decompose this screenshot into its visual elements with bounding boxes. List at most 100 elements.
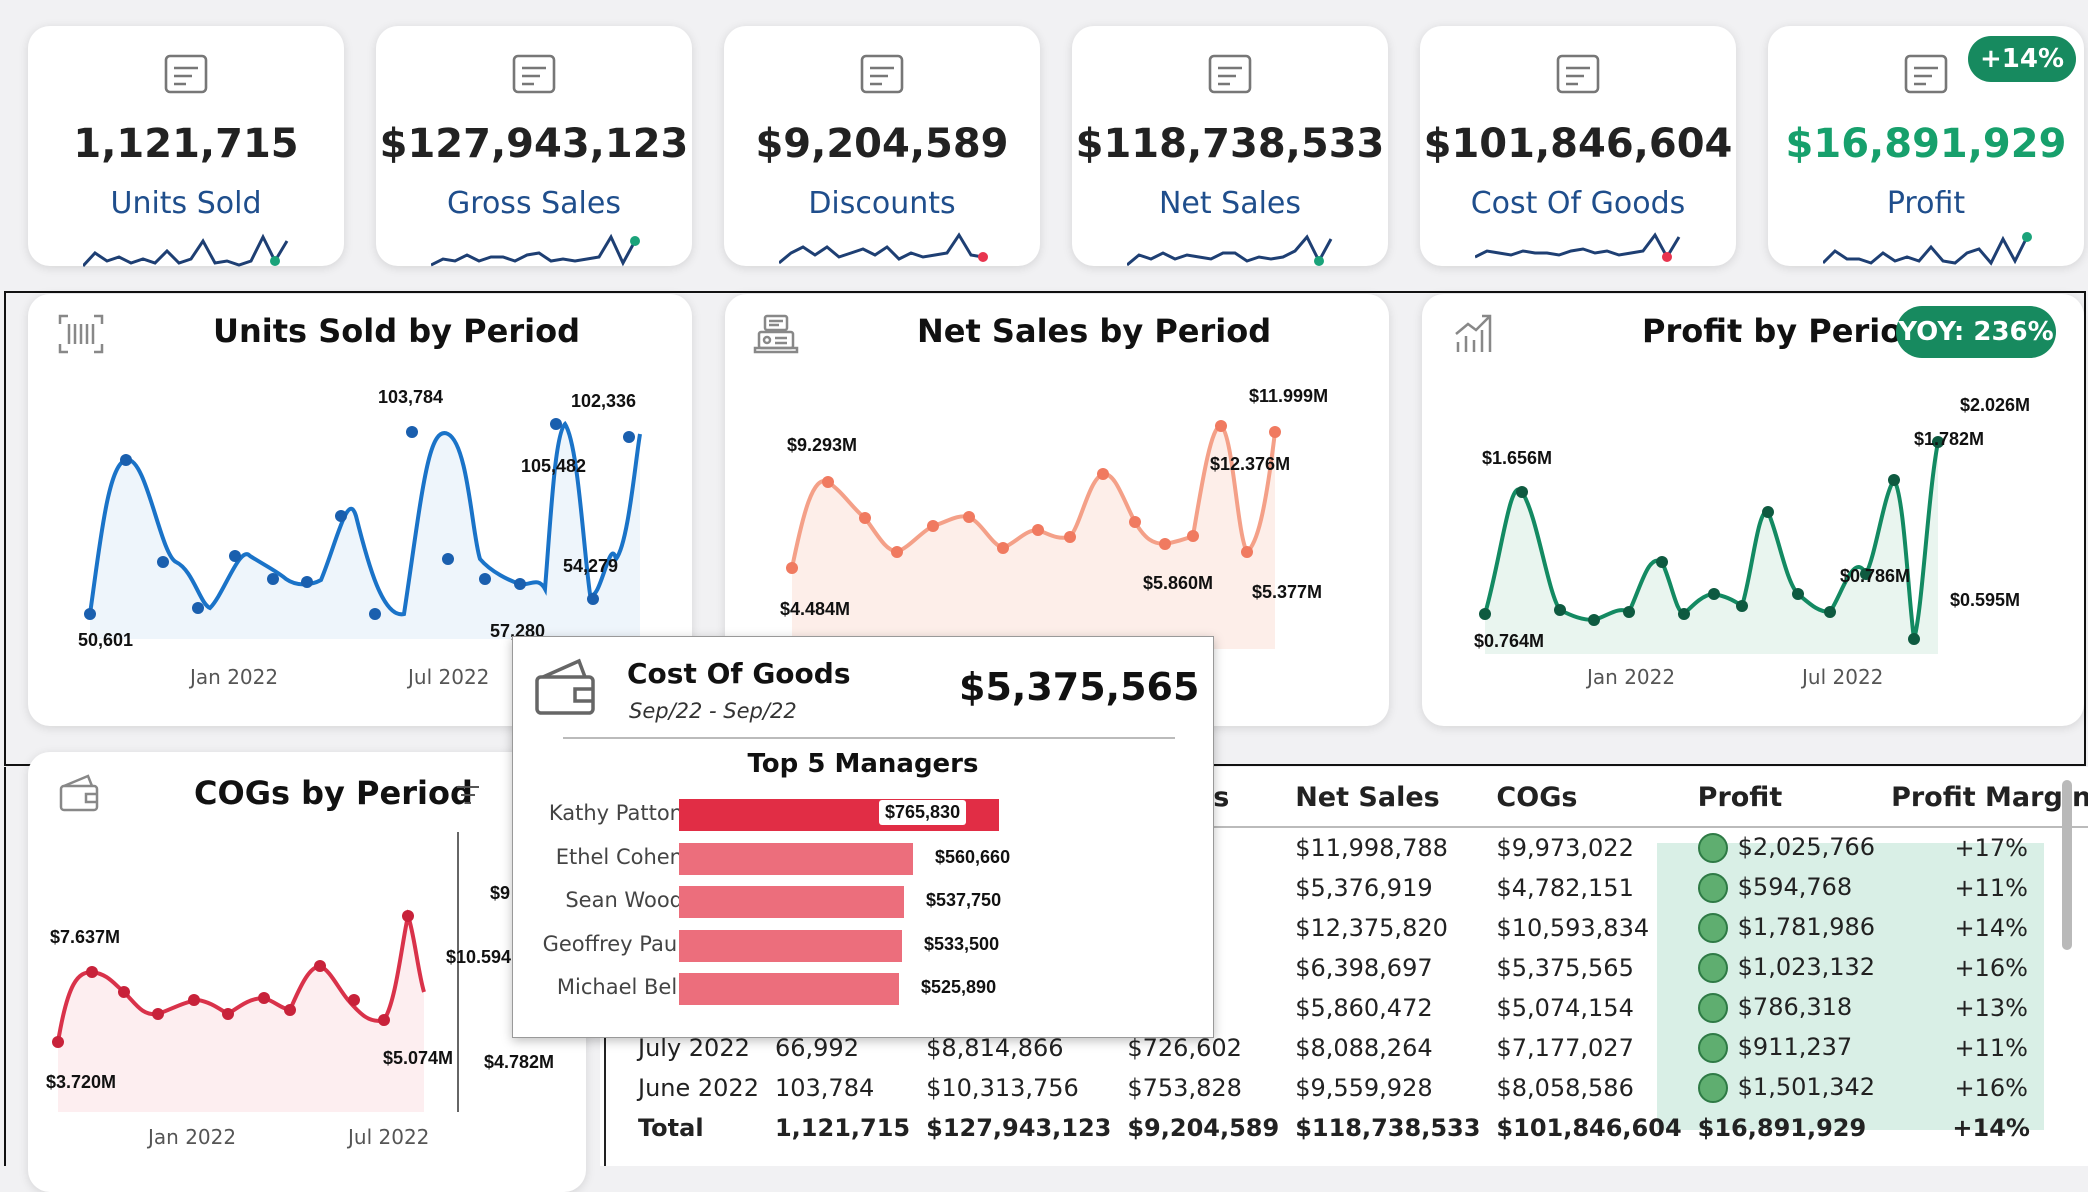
data-point bbox=[192, 602, 204, 614]
status-dot-icon bbox=[1697, 873, 1728, 903]
x-tick: Jan 2022 bbox=[188, 665, 278, 689]
manager-bar-row: Sean Wood $537,750 bbox=[513, 884, 1213, 920]
table-cell: +14% bbox=[1952, 1114, 2030, 1142]
col-header[interactable]: Profit Margin bbox=[1883, 768, 2088, 828]
table-cell: $911,237 bbox=[1690, 1028, 1883, 1068]
table-cell: $786,318 bbox=[1690, 988, 1883, 1028]
table-cell: $9,204,589 bbox=[1127, 1114, 1280, 1142]
kpi-card-discounts[interactable]: $9,204,589 Discounts bbox=[724, 26, 1040, 266]
col-header[interactable]: Profit bbox=[1689, 768, 1884, 828]
col-header[interactable]: Net Sales bbox=[1287, 768, 1489, 828]
status-dot-icon bbox=[1697, 833, 1728, 863]
col-header[interactable]: COGs bbox=[1488, 768, 1690, 828]
kpi-value: $127,943,123 bbox=[379, 121, 689, 167]
table-cell: $9,973,022 bbox=[1496, 834, 1634, 862]
data-label: $5.860M bbox=[1143, 573, 1213, 593]
kpi-label: Gross Sales bbox=[447, 186, 621, 221]
data-point bbox=[786, 562, 798, 574]
data-point bbox=[1888, 474, 1900, 486]
profit-value: $1,023,132 bbox=[1737, 953, 1876, 981]
profit-value: $911,237 bbox=[1737, 1033, 1853, 1061]
kpi-label: Discounts bbox=[808, 186, 956, 221]
data-point bbox=[406, 426, 418, 438]
data-point bbox=[258, 992, 270, 1004]
x-tick: Jul 2022 bbox=[406, 665, 489, 689]
wallet-icon bbox=[535, 658, 595, 715]
table-cell: $127,943,123 bbox=[926, 1114, 1112, 1142]
profit-value: $786,318 bbox=[1737, 993, 1853, 1021]
data-label: $1.656M bbox=[1482, 448, 1552, 468]
manager-value: $537,750 bbox=[926, 890, 1002, 910]
manager-value: $533,500 bbox=[924, 933, 1000, 954]
data-point bbox=[314, 960, 326, 972]
table-cell: $12,375,820 bbox=[1295, 914, 1448, 942]
data-point bbox=[1097, 468, 1109, 480]
table-row[interactable]: June 2022 103,784 $10,313,756 $753,828 $9,55… bbox=[630, 1068, 2088, 1108]
table-cell: $11,998,788 bbox=[1295, 834, 1448, 862]
kpi-card-net-sales[interactable]: $118,738,533 Net Sales bbox=[1072, 26, 1388, 267]
data-point bbox=[442, 553, 454, 565]
data-label: $2.026M bbox=[1960, 395, 2030, 415]
cash-register-icon bbox=[1208, 54, 1252, 94]
x-tick: Jul 2022 bbox=[346, 1125, 429, 1149]
manager-value: $560,660 bbox=[935, 846, 1011, 867]
data-label: $3.720M bbox=[46, 1072, 116, 1092]
data-point bbox=[1479, 608, 1491, 620]
x-tick: Jan 2022 bbox=[146, 1125, 236, 1149]
data-point bbox=[1762, 506, 1774, 518]
table-cell: 1,121,715 bbox=[774, 1114, 911, 1142]
tooltip-title: Cost Of Goods bbox=[627, 657, 851, 690]
scrollbar[interactable] bbox=[2062, 780, 2072, 950]
kpi-value: $16,891,929 bbox=[1785, 121, 2067, 167]
kpi-card-units-sold[interactable]: 1,121,715 Units Sold bbox=[28, 26, 344, 268]
data-point bbox=[1215, 420, 1227, 432]
manager-bar bbox=[679, 842, 913, 875]
data-point bbox=[369, 608, 381, 620]
sparkline bbox=[1127, 234, 1333, 267]
growth-chart-icon bbox=[1904, 54, 1948, 94]
data-label: $4.782M bbox=[484, 1052, 554, 1072]
kpi-label: Units Sold bbox=[110, 186, 262, 221]
data-point bbox=[335, 510, 347, 522]
data-point bbox=[1159, 538, 1171, 550]
profit-value: $2,025,766 bbox=[1737, 833, 1876, 861]
data-point bbox=[188, 994, 200, 1006]
money-icon bbox=[512, 54, 556, 94]
data-point bbox=[1241, 546, 1253, 558]
manager-value: $765,830 bbox=[879, 800, 967, 825]
kpi-value: $9,204,589 bbox=[755, 121, 1009, 167]
data-point bbox=[1736, 600, 1748, 612]
data-label: $4.484M bbox=[780, 599, 850, 619]
table-cell: $7,177,027 bbox=[1496, 1034, 1634, 1062]
cogs-chart-card[interactable]: COGs by Period $7.637M $3.720M $5.074M $… bbox=[28, 752, 586, 1192]
kpi-card-gross-sales[interactable]: $127,943,123 Gross Sales bbox=[376, 26, 692, 267]
data-point bbox=[229, 550, 241, 562]
data-label: $7.637M bbox=[50, 927, 120, 947]
cogs-tooltip: Cost Of Goods Sep/22 - Sep/22 $5,375,565… bbox=[512, 636, 1214, 1038]
data-point bbox=[997, 542, 1009, 554]
data-point bbox=[587, 593, 599, 605]
kpi-card-profit[interactable]: $16,891,929 Profit +14% bbox=[1768, 26, 2084, 266]
data-point bbox=[301, 576, 313, 588]
total-row[interactable]: Total 1,121,715 $127,943,123 $9,204,589 $118… bbox=[630, 1108, 2088, 1148]
data-point bbox=[963, 511, 975, 523]
manager-name: Sean Wood bbox=[565, 888, 683, 912]
table-cell: $4,782,151 bbox=[1496, 874, 1634, 902]
sparkline bbox=[431, 233, 640, 267]
profit-chart-card[interactable]: Profit by Period YOY: 236% $1.656M $0.76… bbox=[1422, 294, 2084, 726]
sparkline bbox=[83, 233, 289, 268]
selection-frame-lower bbox=[4, 767, 6, 1166]
manager-value: $525,890 bbox=[921, 977, 997, 997]
data-point bbox=[891, 546, 903, 558]
data-label: $9 bbox=[490, 883, 510, 903]
data-point bbox=[1064, 531, 1076, 543]
data-point bbox=[1588, 614, 1600, 626]
data-label: $5.377M bbox=[1252, 582, 1322, 602]
data-point bbox=[1623, 606, 1635, 618]
status-dot-icon bbox=[1697, 1073, 1728, 1103]
data-label: $1.782M bbox=[1914, 429, 1984, 449]
table-cell: $9,559,928 bbox=[1295, 1074, 1433, 1102]
manager-bar-row: Michael Bell $525,890 bbox=[513, 971, 1213, 1007]
kpi-card-cost-of-goods[interactable]: $101,846,604 Cost Of Goods bbox=[1420, 26, 1736, 266]
data-point bbox=[402, 910, 414, 922]
